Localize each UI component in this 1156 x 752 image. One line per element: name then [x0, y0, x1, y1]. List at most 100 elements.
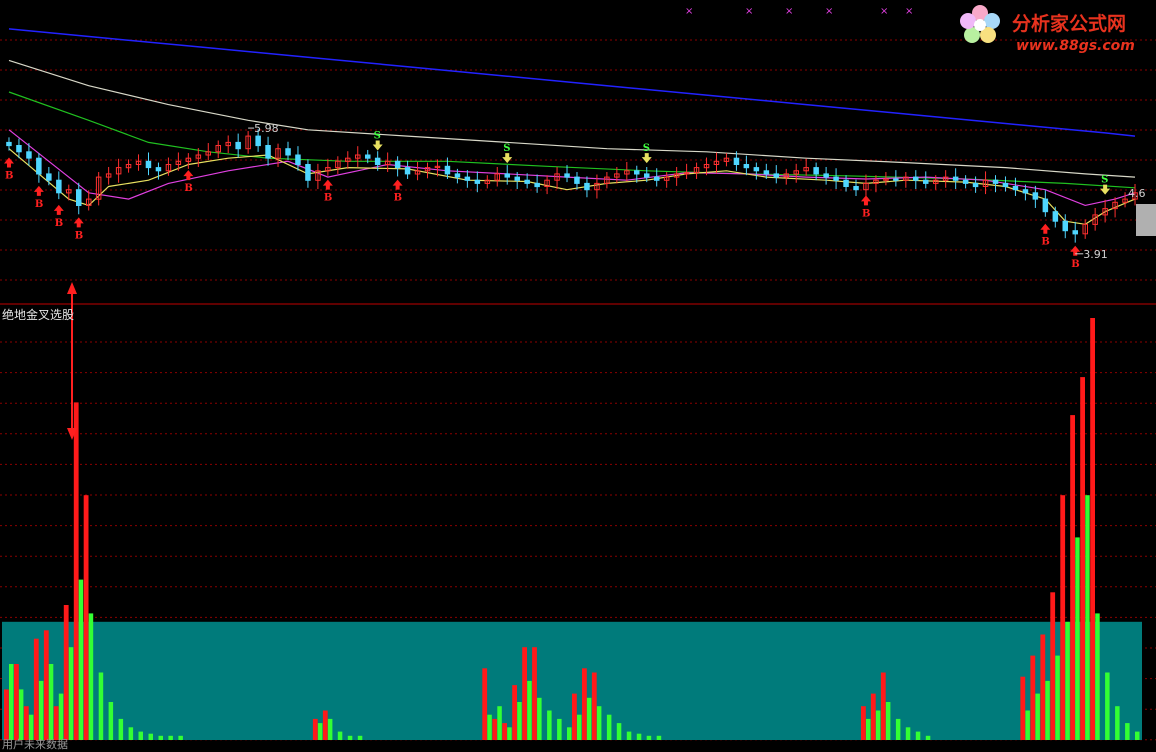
red-bar: [572, 693, 577, 740]
buy-signal-label: B: [1071, 259, 1079, 270]
low-price-label: 3.91: [1083, 248, 1108, 261]
candle-body: [952, 176, 959, 181]
green-bar: [606, 714, 612, 740]
marker-x: ×: [825, 6, 833, 17]
candle-body: [574, 176, 580, 184]
buy-signal-label: B: [394, 193, 402, 204]
candle-body: [654, 176, 660, 181]
candle-body: [743, 164, 750, 169]
candle-body: [1012, 186, 1019, 191]
candle-body: [853, 186, 859, 191]
candle-body: [923, 179, 929, 184]
candle-body: [394, 160, 401, 169]
red-bar: [1040, 634, 1046, 740]
green-bar: [1105, 672, 1110, 740]
candle-body: [155, 167, 162, 172]
candle-body: [36, 157, 42, 175]
green-bar: [636, 733, 642, 740]
green-bar: [497, 706, 502, 740]
green-bar: [1045, 680, 1050, 740]
candle-body: [6, 141, 12, 147]
candle-body: [1052, 211, 1059, 222]
candle-body: [454, 173, 461, 178]
green-bar: [347, 735, 353, 740]
green-bar: [98, 672, 104, 740]
candle-body: [534, 182, 540, 188]
candle-body: [404, 167, 411, 175]
green-bar: [128, 727, 134, 740]
green-bar: [537, 697, 542, 740]
candle-body: [763, 170, 770, 175]
green-bar: [88, 613, 94, 740]
green-bar: [596, 706, 602, 740]
green-bar: [68, 647, 74, 740]
candle-body: [444, 165, 451, 175]
candle-body: [285, 148, 291, 156]
green-bar: [527, 680, 532, 740]
candle-body: [1062, 220, 1068, 232]
red-bar: [83, 495, 89, 740]
green-bar: [108, 702, 114, 740]
chart-canvas: × × × × × × B B B B B B S B S S B B B S 5.98 3.91 4.6 分析家公式网…: [0, 0, 1156, 749]
green-bar: [18, 689, 24, 740]
green-bar: [1115, 706, 1120, 740]
candle-body: [235, 141, 241, 150]
candle-body: [833, 176, 839, 181]
candle-body: [295, 154, 301, 165]
green-bar: [626, 731, 632, 740]
green-bar: [1095, 613, 1100, 740]
candle-body: [464, 176, 471, 181]
candle-body: [26, 151, 32, 159]
red-bar: [322, 710, 328, 740]
candle-body: [644, 173, 650, 178]
green-bar: [586, 697, 592, 740]
red-bar: [492, 718, 498, 740]
candle-body: [913, 176, 919, 181]
green-bar: [517, 702, 522, 740]
green-bar: [1125, 723, 1130, 740]
red-bar: [880, 672, 886, 740]
sell-signal-label: S: [1101, 175, 1108, 186]
candle-body: [773, 173, 779, 178]
sell-signal-label: S: [643, 143, 650, 154]
candle-body: [76, 189, 82, 206]
green-bar: [915, 731, 921, 740]
buy-signal-label: B: [862, 208, 870, 219]
green-bar: [38, 680, 44, 740]
candle-body: [843, 179, 849, 187]
green-bar: [9, 664, 14, 740]
candle-body: [1002, 182, 1009, 188]
marker-x: ×: [905, 6, 913, 17]
red-bar: [512, 685, 517, 740]
green-bar: [1055, 655, 1060, 740]
candle-body: [1072, 230, 1078, 235]
green-bar: [1025, 710, 1030, 740]
green-bar: [1085, 495, 1090, 740]
red-bar: [482, 668, 488, 740]
red-bar: [861, 706, 866, 740]
marker-x: ×: [880, 6, 888, 17]
red-bar: [582, 668, 587, 740]
red-bar: [1030, 655, 1036, 740]
green-bar: [487, 714, 492, 740]
right-scroll-handle[interactable]: [1136, 204, 1156, 236]
red-bar: [33, 638, 39, 740]
red-bar: [1050, 592, 1056, 740]
candle-body: [374, 157, 381, 165]
green-bar: [168, 735, 173, 740]
candle-body: [893, 178, 899, 181]
red-bar: [1080, 377, 1085, 740]
green-bar: [118, 718, 124, 740]
candle-body: [733, 157, 740, 165]
green-bar: [866, 718, 871, 740]
green-bar: [337, 731, 343, 740]
green-bar: [507, 727, 512, 740]
indicator-title: 绝地金叉选股: [2, 308, 75, 322]
green-bar: [138, 731, 143, 740]
green-bar: [875, 710, 881, 740]
red-bar: [870, 693, 876, 740]
green-bar: [905, 727, 911, 740]
red-bar: [63, 605, 69, 740]
bottom-label: 用户未来数据: [2, 738, 68, 751]
red-bar: [43, 630, 49, 740]
